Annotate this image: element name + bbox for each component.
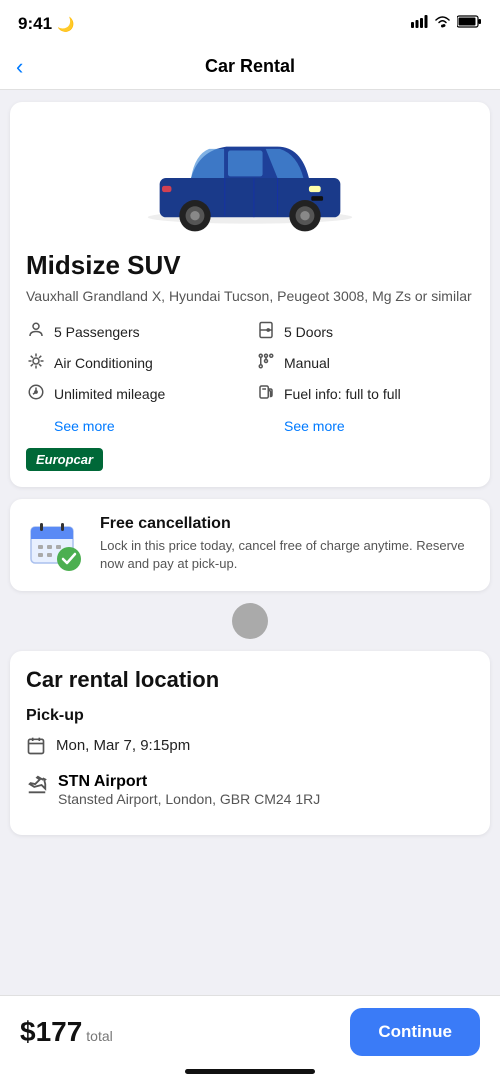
feature-mileage: Unlimited mileage xyxy=(26,383,244,406)
airport-address: Stansted Airport, London, GBR CM24 1RJ xyxy=(58,791,320,807)
passengers-icon xyxy=(26,321,46,344)
car-image-container xyxy=(26,118,474,238)
passengers-label: 5 Passengers xyxy=(54,324,140,340)
feature-doors: 5 Doors xyxy=(256,321,474,344)
cancellation-icon xyxy=(26,515,86,575)
calendar-icon xyxy=(26,736,46,761)
features-grid: 5 Passengers 5 Doors xyxy=(26,321,474,406)
pickup-date: Mon, Mar 7, 9:15pm xyxy=(56,735,190,756)
doors-label: 5 Doors xyxy=(284,324,333,340)
feature-transmission: Manual xyxy=(256,352,474,375)
scroll-dot xyxy=(232,603,268,639)
car-image xyxy=(140,118,360,238)
see-more-link-right[interactable]: See more xyxy=(256,418,474,434)
back-button[interactable]: ‹ xyxy=(16,54,23,80)
fuel-label: Fuel info: full to full xyxy=(284,386,401,402)
price-container: $177 total xyxy=(20,1016,113,1048)
status-time: 9:41 xyxy=(18,14,52,34)
car-title: Midsize SUV xyxy=(26,250,474,281)
transmission-icon xyxy=(256,352,276,375)
fuel-icon xyxy=(256,383,276,406)
airport-name: STN Airport xyxy=(58,773,320,791)
battery-icon xyxy=(457,15,482,33)
ac-icon xyxy=(26,352,46,375)
ac-label: Air Conditioning xyxy=(54,355,153,371)
car-card: Midsize SUV Vauxhall Grandland X, Hyunda… xyxy=(10,102,490,487)
page-header: ‹ Car Rental xyxy=(0,44,500,90)
cancellation-title: Free cancellation xyxy=(100,515,474,533)
cancellation-icon-container xyxy=(26,515,86,575)
scroll-indicator xyxy=(0,603,500,639)
cancellation-card: Free cancellation Lock in this price tod… xyxy=(10,499,490,591)
price-amount: $177 xyxy=(20,1016,82,1048)
feature-ac: Air Conditioning xyxy=(26,352,244,375)
see-more-link-left[interactable]: See more xyxy=(26,418,244,434)
mileage-icon xyxy=(26,383,46,406)
feature-fuel: Fuel info: full to full xyxy=(256,383,474,406)
page-title: Car Rental xyxy=(205,56,295,77)
doors-icon xyxy=(256,321,276,344)
airport-info: STN Airport Stansted Airport, London, GB… xyxy=(58,773,320,807)
airport-icon xyxy=(26,774,48,801)
bottom-bar: $177 total Continue xyxy=(0,995,500,1080)
pickup-date-row: Mon, Mar 7, 9:15pm xyxy=(26,735,474,761)
provider-badge: Europcar xyxy=(26,448,103,471)
moon-icon: 🌙 xyxy=(57,16,74,33)
location-section-title: Car rental location xyxy=(26,667,474,693)
wifi-icon xyxy=(434,15,451,33)
transmission-label: Manual xyxy=(284,355,330,371)
see-more-row: See more See more xyxy=(26,418,474,434)
price-label: total xyxy=(86,1028,112,1044)
continue-button[interactable]: Continue xyxy=(350,1008,480,1056)
pickup-label: Pick-up xyxy=(26,707,474,725)
mileage-label: Unlimited mileage xyxy=(54,386,165,402)
cancellation-text: Free cancellation Lock in this price tod… xyxy=(100,515,474,573)
location-section: Car rental location Pick-up Mon, Mar 7, … xyxy=(10,651,490,835)
cancellation-description: Lock in this price today, cancel free of… xyxy=(100,537,474,573)
signal-icon xyxy=(411,15,428,33)
status-bar: 9:41 🌙 xyxy=(0,0,500,44)
feature-passengers: 5 Passengers xyxy=(26,321,244,344)
airport-row: STN Airport Stansted Airport, London, GB… xyxy=(26,773,474,807)
car-subtitle: Vauxhall Grandland X, Hyundai Tucson, Pe… xyxy=(26,287,474,307)
status-icons xyxy=(411,15,482,33)
home-indicator xyxy=(185,1069,315,1074)
